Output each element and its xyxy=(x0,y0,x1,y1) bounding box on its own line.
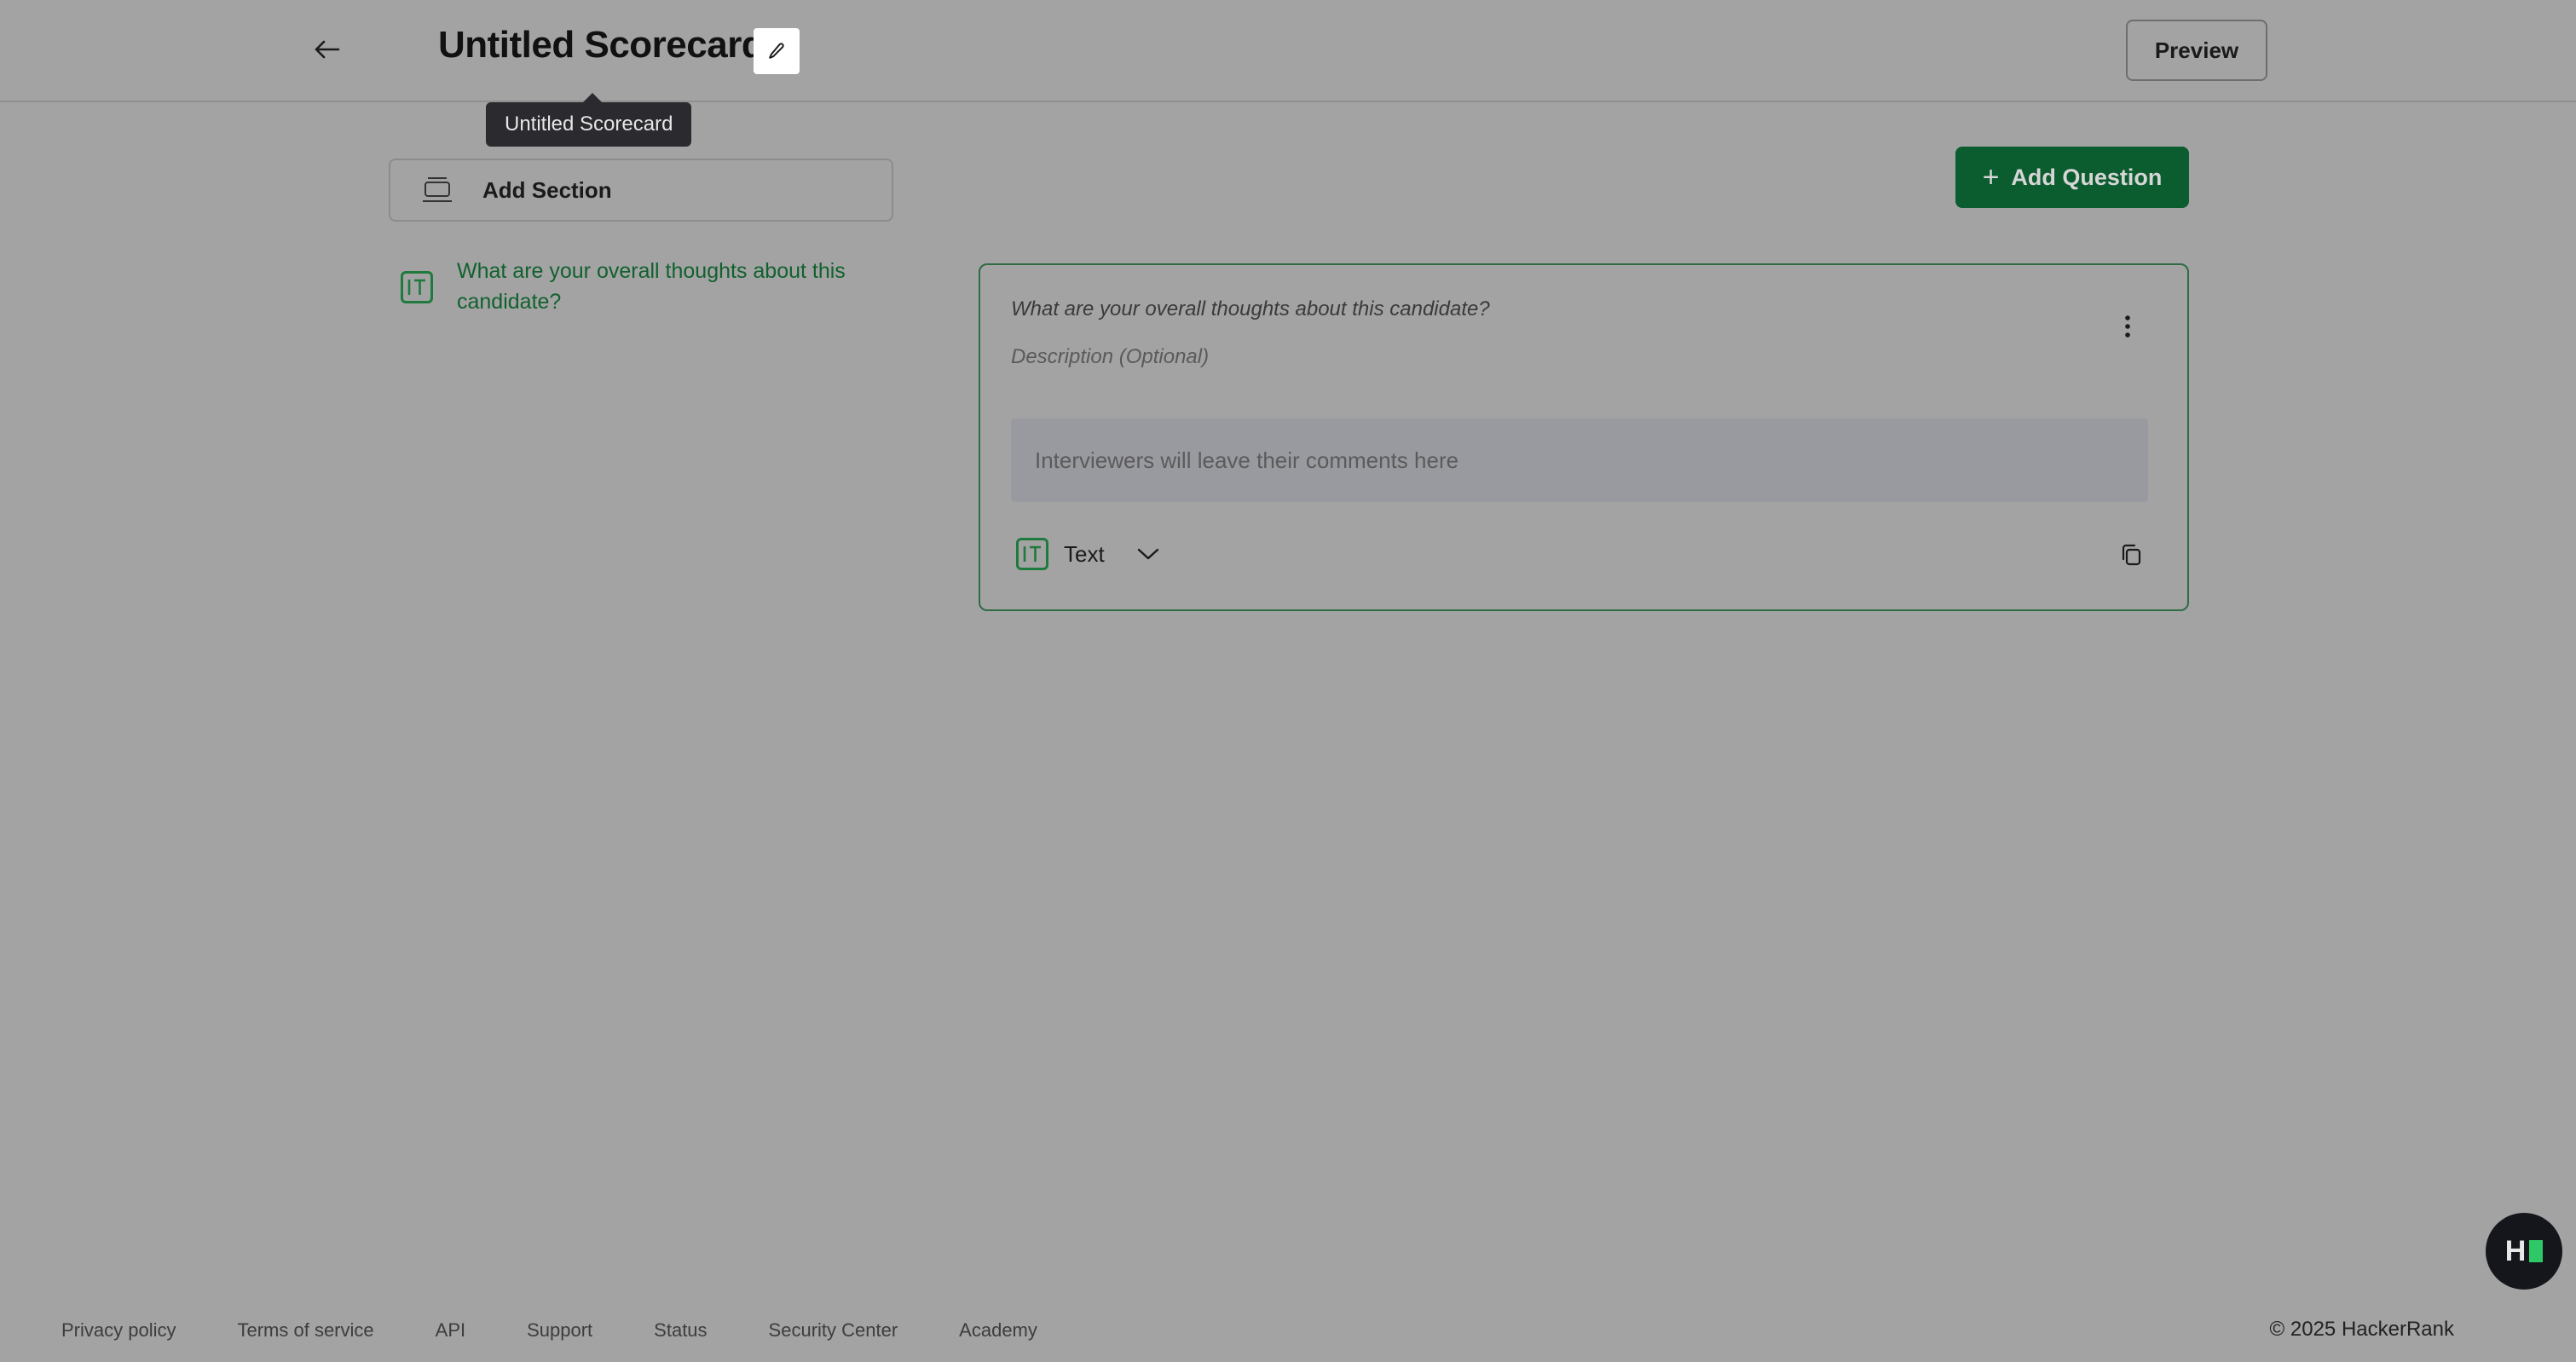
hackerrank-logo-icon[interactable]: H xyxy=(2486,1213,2562,1290)
question-type-select[interactable]: Text xyxy=(1016,538,1159,570)
question-more-button[interactable] xyxy=(2111,309,2145,343)
footer-link-support[interactable]: Support xyxy=(527,1319,592,1342)
footer-link-security[interactable]: Security Center xyxy=(769,1319,898,1342)
add-section-button[interactable]: Add Section xyxy=(389,159,893,222)
footer-links: Privacy policy Terms of service API Supp… xyxy=(61,1319,1099,1342)
add-section-label: Add Section xyxy=(482,176,612,203)
question-type-label: Text xyxy=(1064,540,1105,567)
question-description-input[interactable]: Description (Optional) xyxy=(1011,345,1209,369)
footer-link-terms[interactable]: Terms of service xyxy=(237,1319,373,1342)
arrow-left-icon xyxy=(315,40,340,59)
question-title-input[interactable]: What are your overall thoughts about thi… xyxy=(1011,297,1490,321)
question-list-item[interactable]: What are your overall thoughts about thi… xyxy=(401,256,878,317)
kebab-menu-icon xyxy=(2125,315,2130,338)
copy-icon xyxy=(2122,544,2141,566)
chevron-down-icon[interactable] xyxy=(1137,547,1159,561)
pencil-icon xyxy=(769,43,784,59)
footer-link-privacy[interactable]: Privacy policy xyxy=(61,1319,176,1342)
scorecard-title: Untitled Scorecard xyxy=(438,24,765,66)
comment-preview-box: Interviewers will leave their comments h… xyxy=(1011,418,2148,502)
text-type-icon xyxy=(401,271,433,303)
preview-button[interactable]: Preview xyxy=(2126,20,2267,81)
add-question-button[interactable]: + Add Question xyxy=(1955,147,2189,208)
page-header: Untitled Scorecard Preview xyxy=(0,0,2576,102)
question-editor-card: What are your overall thoughts about thi… xyxy=(979,263,2189,611)
text-type-icon xyxy=(1016,538,1048,570)
section-icon xyxy=(421,176,453,205)
add-question-label: Add Question xyxy=(2011,164,2163,190)
title-tooltip: Untitled Scorecard xyxy=(486,93,692,147)
edit-title-button[interactable] xyxy=(754,28,800,74)
back-button[interactable] xyxy=(309,31,346,68)
footer-link-api[interactable]: API xyxy=(436,1319,465,1342)
plus-icon: + xyxy=(1982,161,2000,193)
footer-link-academy[interactable]: Academy xyxy=(959,1319,1037,1342)
footer-link-status[interactable]: Status xyxy=(654,1319,707,1342)
copyright: © 2025 HackerRank xyxy=(2269,1318,2454,1341)
duplicate-question-button[interactable] xyxy=(2114,538,2148,572)
question-list-label: What are your overall thoughts about thi… xyxy=(457,259,846,314)
